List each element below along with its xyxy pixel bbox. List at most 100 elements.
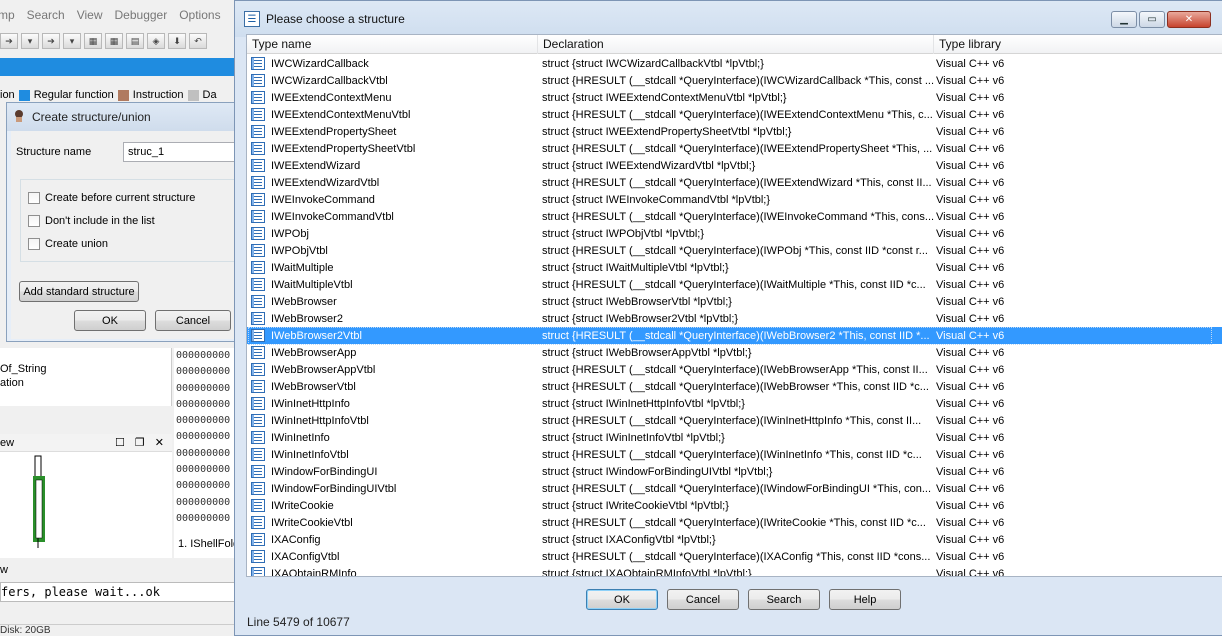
table-row[interactable]: IWEExtendWizard struct {struct IWEExtendW…: [247, 157, 1222, 174]
hex-row: 000000000: [176, 431, 231, 443]
menu-item-view[interactable]: View: [73, 8, 111, 26]
maximize-icon[interactable]: ☐: [115, 436, 125, 449]
create-union-checkbox[interactable]: [28, 238, 40, 250]
type-library-cell: Visual C++ v6: [936, 533, 1005, 546]
column-header-type-library[interactable]: Type library: [934, 35, 1222, 54]
table-row[interactable]: IWriteCookie struct {struct IWriteCookieV…: [247, 497, 1222, 514]
chevron-down-icon[interactable]: ▾: [63, 33, 81, 49]
chevron-down-icon[interactable]: ▾: [21, 33, 39, 49]
column-header-declaration[interactable]: Declaration: [538, 35, 934, 54]
structure-name-input[interactable]: struc_1: [123, 142, 240, 162]
table-row[interactable]: IWaitMultiple struct {struct IWaitMultipl…: [247, 259, 1222, 276]
table-row[interactable]: IXAConfig struct {struct IXAConfigVtbl *l…: [247, 531, 1222, 548]
table-row[interactable]: IWebBrowserVtbl struct {HRESULT (__stdcal…: [247, 378, 1222, 395]
column-header-type-name[interactable]: Type name: [247, 35, 538, 54]
table-row[interactable]: IXAConfigVtbl struct {HRESULT (__stdcall …: [247, 548, 1222, 565]
table-row[interactable]: IXAObtainRMInfo struct {struct IXAObtainR…: [247, 565, 1222, 576]
declaration-cell: struct {HRESULT (__stdcall *QueryInterfa…: [542, 278, 926, 291]
menu-item-options[interactable]: Options: [175, 8, 228, 26]
names-list[interactable]: Of_String ation: [0, 348, 172, 406]
close-icon[interactable]: ✕: [155, 436, 164, 449]
table-row[interactable]: IWEExtendPropertySheet struct {struct IWE…: [247, 123, 1222, 140]
maximize-icon[interactable]: ▭: [1139, 11, 1165, 28]
output-window[interactable]: fers, please wait...ok: [0, 582, 240, 602]
table-row[interactable]: IWinInetHttpInfo struct {struct IWinInetH…: [247, 395, 1222, 412]
type-name-cell: IWebBrowser2Vtbl: [247, 329, 538, 342]
table-row[interactable]: IWEExtendContextMenuVtbl struct {HRESULT …: [247, 106, 1222, 123]
structure-icon: [251, 550, 265, 563]
cancel-button[interactable]: Cancel: [155, 310, 231, 331]
expand-icon[interactable]: ◈: [147, 33, 165, 49]
create-union-option[interactable]: Create union: [28, 238, 108, 250]
search-button[interactable]: Search: [748, 589, 820, 610]
declaration-cell: struct {struct IWinInetHttpInfoVtbl *lpV…: [542, 397, 745, 410]
dont-include-checkbox[interactable]: [28, 215, 40, 227]
arrow-down-icon[interactable]: ⬇: [168, 33, 186, 49]
graph-overview[interactable]: [0, 452, 172, 558]
hex-row: 000000000: [176, 496, 231, 508]
minimize-icon[interactable]: ▁: [1111, 11, 1137, 28]
menu-item[interactable]: mp: [0, 8, 23, 26]
table-row[interactable]: IWinInetHttpInfoVtbl struct {HRESULT (__s…: [247, 412, 1222, 429]
binary-icon[interactable]: ▤: [126, 33, 144, 49]
type-name-cell: IWEExtendWizardVtbl: [247, 176, 538, 189]
table-row[interactable]: IWinInetInfo struct {struct IWinInetInfoV…: [247, 429, 1222, 446]
dialog-titlebar: Create structure/union: [7, 103, 240, 131]
restore-icon[interactable]: ❐: [135, 436, 145, 449]
table-row[interactable]: IWebBrowser2 struct {struct IWebBrowser2V…: [247, 310, 1222, 327]
type-library-cell: Visual C++ v6: [936, 499, 1005, 512]
arrow-right-icon[interactable]: ➔: [42, 33, 60, 49]
grid-icon[interactable]: ▦: [105, 33, 123, 49]
table-row[interactable]: IWindowForBindingUIVtbl struct {HRESULT (…: [247, 480, 1222, 497]
type-library-cell: Visual C++ v6: [936, 431, 1005, 444]
create-before-checkbox[interactable]: [28, 192, 40, 204]
table-row[interactable]: IWaitMultipleVtbl struct {HRESULT (__stdc…: [247, 276, 1222, 293]
table-row[interactable]: IWindowForBindingUI struct {struct IWindo…: [247, 463, 1222, 480]
create-before-option[interactable]: Create before current structure: [28, 192, 195, 204]
table-row[interactable]: IWPObjVtbl struct {HRESULT (__stdcall *Qu…: [247, 242, 1222, 259]
type-name-cell: IXAConfigVtbl: [247, 550, 538, 563]
table-row[interactable]: IWEExtendPropertySheetVtbl struct {HRESUL…: [247, 140, 1222, 157]
dont-include-option[interactable]: Don't include in the list: [28, 215, 155, 227]
table-row[interactable]: IWPObj struct {struct IWPObjVtbl *lpVtbl;…: [247, 225, 1222, 242]
grid-icon[interactable]: ▦: [84, 33, 102, 49]
table-row[interactable]: IWEInvokeCommand struct {struct IWEInvoke…: [247, 191, 1222, 208]
type-name-text: IWinInetHttpInfo: [271, 397, 350, 410]
table-row[interactable]: IWriteCookieVtbl struct {HRESULT (__stdca…: [247, 514, 1222, 531]
table-row[interactable]: IWebBrowser struct {struct IWebBrowserVtb…: [247, 293, 1222, 310]
ok-button[interactable]: OK: [586, 589, 658, 610]
table-row[interactable]: IWebBrowserApp struct {struct IWebBrowser…: [247, 344, 1222, 361]
type-library-cell: Visual C++ v6: [936, 244, 1005, 257]
help-button[interactable]: Help: [829, 589, 901, 610]
cancel-button[interactable]: Cancel: [667, 589, 739, 610]
arrow-right-icon[interactable]: ➔: [0, 33, 18, 49]
list-item[interactable]: ation: [0, 376, 171, 390]
navigation-band[interactable]: [0, 58, 240, 76]
declaration-cell: struct {HRESULT (__stdcall *QueryInterfa…: [542, 244, 928, 257]
list-item[interactable]: Of_String: [0, 362, 171, 376]
table-row[interactable]: IWCWizardCallbackVtbl struct {HRESULT (__…: [247, 72, 1222, 89]
table-row[interactable]: IWinInetInfoVtbl struct {HRESULT (__stdca…: [247, 446, 1222, 463]
declaration-cell: struct {HRESULT (__stdcall *QueryInterfa…: [542, 448, 922, 461]
menu-item-debugger[interactable]: Debugger: [111, 8, 176, 26]
table-row[interactable]: IWebBrowser2Vtbl struct {HRESULT (__stdca…: [247, 327, 1222, 345]
structure-icon: [251, 142, 265, 155]
legend-swatch: [18, 89, 30, 101]
table-row[interactable]: IWEInvokeCommandVtbl struct {HRESULT (__s…: [247, 208, 1222, 225]
options-group: Create before current structure Don't in…: [20, 179, 240, 262]
structure-list[interactable]: Type name Declaration Type library IWCWi…: [246, 34, 1222, 577]
menu-item-search[interactable]: Search: [23, 8, 73, 26]
table-row[interactable]: IWEExtendContextMenu struct {struct IWEEx…: [247, 89, 1222, 106]
table-row[interactable]: IWebBrowserAppVtbl struct {HRESULT (__std…: [247, 361, 1222, 378]
structure-icon: [251, 533, 265, 546]
type-name-text: IWebBrowserVtbl: [271, 380, 356, 393]
hex-row: 000000000: [176, 512, 231, 524]
close-icon[interactable]: ✕: [1167, 11, 1211, 28]
arrow-back-icon[interactable]: ↶: [189, 33, 207, 49]
table-row[interactable]: IWCWizardCallback struct {struct IWCWizar…: [247, 55, 1222, 72]
add-standard-structure-button[interactable]: Add standard structure: [19, 281, 139, 302]
hex-view[interactable]: 000000000 000000000 000000000 000000000 …: [174, 348, 240, 558]
table-row[interactable]: IWEExtendWizardVtbl struct {HRESULT (__st…: [247, 174, 1222, 191]
ok-button[interactable]: OK: [74, 310, 146, 331]
declaration-cell: struct {HRESULT (__stdcall *QueryInterfa…: [542, 176, 932, 189]
